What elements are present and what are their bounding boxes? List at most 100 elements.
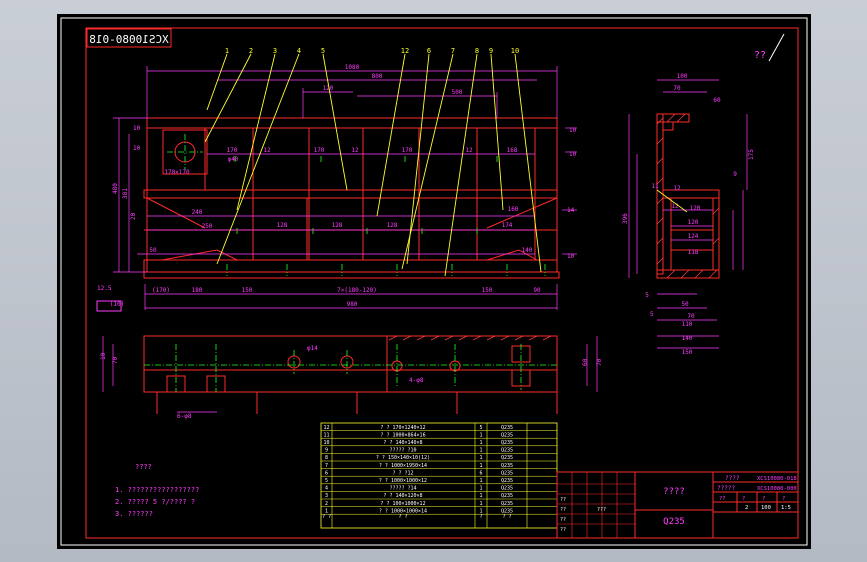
- dim-bottom-2: 180: [192, 287, 203, 294]
- bom-cell-qty: 1: [479, 501, 482, 507]
- drawing-sheet: XCS10080-018 ?? 1080 800 120 500 170×170…: [57, 14, 811, 549]
- title-block: ???? Q235 ???? XCS10080-018 ????? XCS100…: [556, 471, 799, 539]
- side-dim-50: 50: [681, 301, 689, 308]
- title-num-1: 2: [745, 505, 748, 511]
- bom-header-cell: ? ?: [322, 514, 331, 520]
- side-dim-9: 9: [733, 171, 737, 178]
- side-dim-60: 60: [713, 97, 721, 104]
- bom-cell-name: ????? ?10: [389, 448, 416, 454]
- side-dim-150: 150: [682, 349, 693, 356]
- plan-dim-right-70: 70: [596, 358, 603, 366]
- note-3: 3. ??????: [115, 510, 153, 518]
- title-label-top: ????: [725, 475, 740, 482]
- bom-cell-no: 6: [325, 470, 328, 476]
- corner-mark: ??: [754, 50, 766, 61]
- bom-cell-name: ? ? ?12: [392, 470, 413, 476]
- dim-row2-1: 240: [192, 209, 203, 216]
- title-mini-4: ??: [560, 527, 566, 533]
- dim-overall-width: 1080: [345, 64, 360, 71]
- dim-left-50: 50: [149, 247, 157, 254]
- bom-cell-no: 11: [323, 432, 329, 438]
- title-cell-2: ?: [742, 496, 745, 502]
- side-dim-12b: 12: [673, 185, 681, 192]
- dim-bottom-total: 980: [347, 301, 358, 308]
- dim-col-7: 168: [507, 147, 518, 154]
- bom-header-cell: ? ?: [502, 514, 511, 520]
- callout-3: 3: [273, 47, 277, 55]
- dim-right-10a: 10: [569, 127, 577, 134]
- plan-dim-left-70: 70: [112, 356, 119, 364]
- bom-cell-qty: 1: [479, 455, 482, 461]
- callout-1: 1: [225, 47, 229, 55]
- title-num-3: 1:5: [781, 505, 791, 511]
- bom-cell-mat: Q235: [501, 425, 513, 431]
- bom-cell-no: 8: [325, 455, 328, 461]
- note-2: 2. ????? 5 ?/???? ?: [115, 498, 195, 506]
- callout-9: 9: [489, 47, 493, 55]
- notes: ???? 1. ????????????????? 2. ????? 5 ?/?…: [115, 463, 199, 518]
- dim-height-480: 480: [112, 183, 119, 194]
- callout-2: 2: [249, 47, 253, 55]
- callout-12: 12: [401, 47, 409, 55]
- title-part-name: ????: [663, 487, 685, 497]
- side-dim-5b: 5: [650, 311, 654, 318]
- bom-cell-qty: 1: [479, 448, 482, 454]
- title-mini-3: ??: [560, 517, 566, 523]
- side-dim-120b: 120: [688, 219, 699, 226]
- dim-col-6: 12: [465, 147, 473, 154]
- bom-cell-mat: Q235: [501, 470, 513, 476]
- bom-cell-mat: Q235: [501, 432, 513, 438]
- side-dim-12a: 12: [671, 203, 679, 210]
- bom-table: 12? ? 170×1240×12 5 Q23511? ? 1000×864×16 1…: [320, 422, 558, 529]
- bom-cell-no: 3: [325, 493, 328, 499]
- bom-cell-qty: 1: [479, 478, 482, 484]
- plan-dim-left-10: 10: [100, 352, 107, 360]
- bom-cell-qty: 1: [479, 440, 482, 446]
- dim-500: 500: [452, 89, 463, 96]
- outer-frame: [60, 17, 808, 546]
- bom-cell-mat: Q235: [501, 478, 513, 484]
- side-view: 100 70 60 12 12 120 120 124 118 5 50 70 …: [622, 73, 755, 356]
- bom-cell-name: ????? ?14: [389, 486, 416, 492]
- cad-drawing: XCS10080-018 ?? 1080 800 120 500 170×170…: [60, 17, 808, 546]
- bom-cell-no: 5: [325, 478, 328, 484]
- front-view: 1080 800 120 500 170×170 170 12 170 12 1…: [96, 64, 577, 312]
- bom-cell-mat: Q235: [501, 501, 513, 507]
- side-dim-175: 175: [748, 149, 755, 160]
- bom-cell-no: 10: [323, 440, 329, 446]
- note-1: 1. ?????????????????: [115, 486, 199, 494]
- side-dim-124: 124: [688, 233, 699, 240]
- bom-cell-name: ? ? 150×140×10(12): [376, 455, 430, 461]
- dim-row2-3: 128: [332, 222, 343, 229]
- dim-row2-5: 174: [502, 222, 513, 229]
- bom-cell-no: 2: [325, 501, 328, 507]
- bom-cell-name: ? ? 1000×1000×12: [379, 478, 427, 484]
- dim-col-3: 170: [314, 147, 325, 154]
- dim-phi: φ40: [228, 156, 239, 163]
- dim-col-5: 170: [402, 147, 413, 154]
- bom-cell-name: ? ? 1000×864×16: [380, 432, 425, 438]
- dim-right-10b: 10: [569, 151, 577, 158]
- title-number-2: XCS10080-000: [757, 486, 797, 492]
- callout-8: 8: [475, 47, 479, 55]
- callout-7: 7: [451, 47, 455, 55]
- side-dim-120a: 120: [690, 205, 701, 212]
- bom-cell-qty: 1: [479, 432, 482, 438]
- title-mini-5: ???: [597, 507, 606, 513]
- dim-box: 170×170: [164, 169, 190, 176]
- callout-5: 5: [321, 47, 325, 55]
- callout-4: 4: [297, 47, 301, 55]
- side-dim-100: 100: [677, 73, 688, 80]
- dim-bottom-6: 90: [533, 287, 541, 294]
- dim-row3-2: 160: [508, 206, 519, 213]
- bom-header-cell: ?: [479, 514, 482, 520]
- bom-cell-mat: Q235: [501, 463, 513, 469]
- dim-bottom-4: 7×(180-120): [337, 287, 377, 294]
- dim-row3-1: 250: [202, 223, 213, 230]
- dim-col-1: 170: [227, 147, 238, 154]
- drawing-number: XCS10080-018: [89, 33, 168, 46]
- dim-bottom-3: 150: [242, 287, 253, 294]
- title-mini-1: ??: [560, 497, 566, 503]
- bom-cell-name: ? ? 140×120×8: [383, 493, 422, 499]
- dim-right-140: 140: [522, 247, 533, 254]
